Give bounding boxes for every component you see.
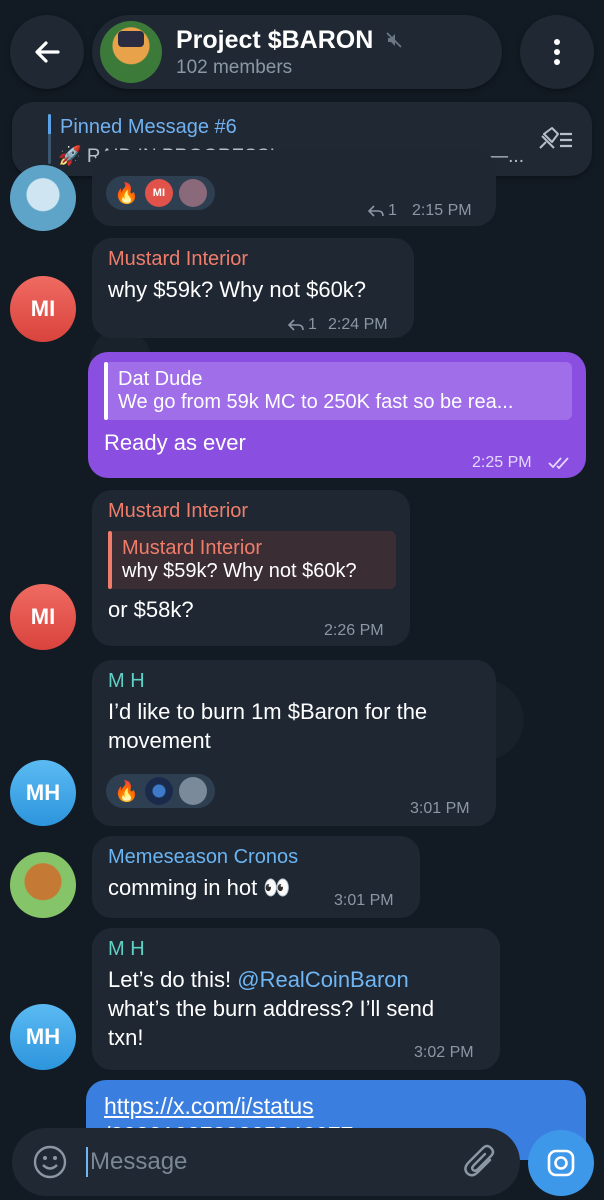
emoji-icon[interactable]	[32, 1144, 68, 1180]
message-bubble[interactable]: 🔥 MI 1 2:15 PM	[92, 150, 496, 226]
message-time: 3:01 PM	[334, 892, 394, 909]
muted-speaker-icon	[386, 32, 402, 48]
reactions[interactable]: 🔥	[106, 774, 215, 808]
message-text: or $58k?	[108, 597, 194, 622]
message-text-line: what’s the burn address? I’ll send	[108, 996, 435, 1021]
quote-text: We go from 59k MC to 250K fast so be rea…	[118, 391, 514, 413]
message-bubble-outgoing[interactable]: Dat Dude We go from 59k MC to 250K fast …	[88, 352, 586, 478]
text-caret	[86, 1147, 88, 1177]
more-vertical-icon	[554, 39, 560, 65]
avatar[interactable]: MH	[10, 1004, 76, 1070]
avatar[interactable]	[10, 165, 76, 231]
message-time: 3:01 PM	[410, 800, 470, 817]
message-text-line: Let’s do this! @RealCoinBaron	[108, 965, 484, 994]
pinned-indicator	[48, 114, 51, 164]
reply-count[interactable]: 1	[368, 202, 397, 220]
camera-icon	[547, 1149, 575, 1177]
reactor-avatar: MI	[144, 179, 173, 207]
message-bubble[interactable]: Memeseason Cronos comming in hot 👀 3:01 …	[92, 836, 420, 918]
message-bubble[interactable]: Mustard Interior Mustard Interior why $5…	[92, 490, 410, 646]
message-time: 2:26 PM	[324, 622, 384, 639]
message-text: why $59k? Why not $60k?	[108, 277, 367, 302]
arrow-left-icon	[35, 41, 60, 63]
reaction-emoji: 🔥	[114, 182, 139, 205]
message-input-bar: Message	[12, 1128, 520, 1196]
reply-icon	[288, 319, 304, 331]
message-bubble[interactable]: Mustard Interior why $59k? Why not $60k?…	[92, 238, 414, 338]
sender-name[interactable]: Mustard Interior	[108, 248, 398, 271]
message-text: Ready as ever	[104, 430, 246, 455]
message-time: 2:25 PM	[472, 454, 532, 471]
chat-header: Project $BARON 102 members	[10, 8, 594, 96]
avatar[interactable]: MH	[10, 760, 76, 826]
avatar[interactable]	[10, 852, 76, 918]
reply-quote[interactable]: Mustard Interior why $59k? Why not $60k?	[108, 531, 396, 589]
quote-sender: Mustard Interior	[122, 537, 263, 559]
sender-name[interactable]: M H	[108, 938, 484, 961]
sender-name[interactable]: Mustard Interior	[108, 500, 394, 523]
sender-name[interactable]: Memeseason Cronos	[108, 846, 404, 869]
more-menu-button[interactable]	[520, 15, 594, 89]
message-time: 3:02 PM	[414, 1044, 474, 1061]
message-bubble[interactable]: M H Let’s do this! @RealCoinBaron what’s…	[92, 928, 500, 1070]
group-title: Project $BARON	[176, 25, 374, 54]
message-time: 2:15 PM	[412, 202, 472, 219]
back-button[interactable]	[10, 15, 84, 89]
quote-sender: Dat Dude	[118, 368, 203, 390]
message-time: 2:24 PM	[328, 316, 388, 333]
mention-link[interactable]: @RealCoinBaron	[237, 967, 409, 992]
reactions[interactable]: 🔥 MI	[106, 176, 215, 210]
message-text-line: I’d like to burn 1m $Baron for the	[108, 699, 428, 724]
reactor-avatar	[178, 777, 207, 805]
quote-text: why $59k? Why not $60k?	[122, 560, 357, 582]
pinned-title: Pinned Message #6	[60, 116, 237, 138]
message-bubble[interactable]: M H I’d like to burn 1m $Baron for the m…	[92, 660, 496, 826]
member-count: 102 members	[176, 56, 293, 78]
double-check-icon	[548, 457, 569, 470]
pin-list-icon[interactable]	[536, 126, 574, 152]
reply-icon	[368, 205, 384, 217]
reactor-avatar	[178, 179, 207, 207]
group-avatar	[100, 21, 162, 83]
reaction-emoji: 🔥	[114, 780, 139, 803]
message-text: Let’s do this!	[108, 967, 238, 992]
camera-button[interactable]	[528, 1130, 594, 1196]
avatar[interactable]: MI	[10, 584, 76, 650]
chat-info[interactable]: Project $BARON 102 members	[92, 15, 502, 89]
message-input[interactable]: Message	[90, 1148, 187, 1176]
reply-count[interactable]: 1	[288, 316, 317, 334]
url-link[interactable]: https://x.com/i/status	[104, 1092, 568, 1121]
reactor-avatar	[144, 777, 173, 805]
reply-quote[interactable]: Dat Dude We go from 59k MC to 250K fast …	[104, 362, 572, 420]
message-text-line: movement	[108, 728, 211, 753]
avatar[interactable]: MI	[10, 276, 76, 342]
paperclip-icon[interactable]	[464, 1144, 498, 1180]
sender-name[interactable]: M H	[108, 670, 480, 693]
